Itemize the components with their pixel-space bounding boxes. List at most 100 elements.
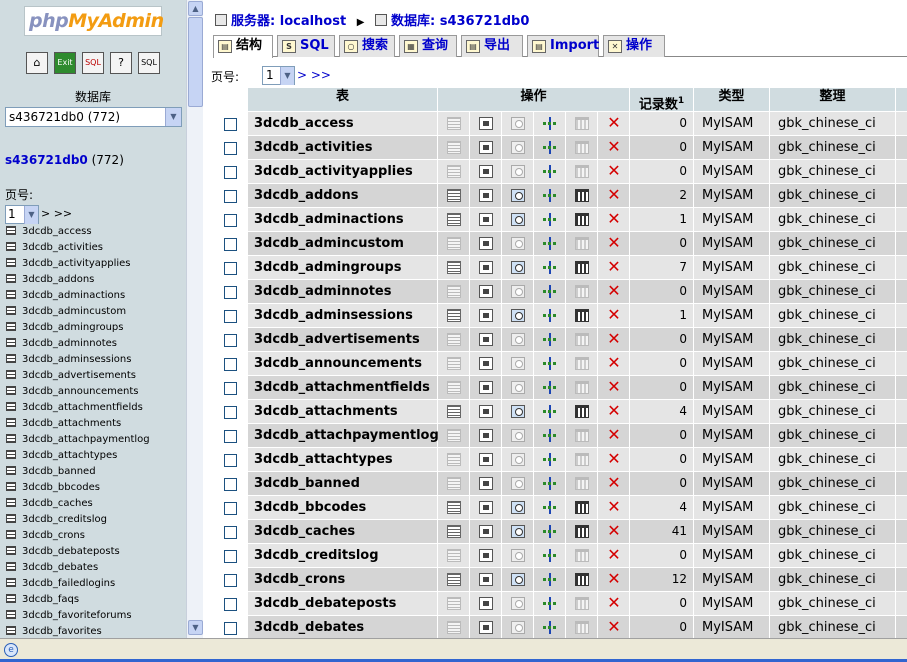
- browse-icon[interactable]: [6, 514, 16, 523]
- empty-table-icon[interactable]: [575, 501, 589, 514]
- empty-table-icon[interactable]: [575, 621, 589, 634]
- empty-table-icon[interactable]: [575, 189, 589, 202]
- search-icon[interactable]: [511, 357, 525, 370]
- table-name-link[interactable]: 3dcdb_creditslog: [248, 544, 379, 567]
- drop-icon[interactable]: ✕: [607, 427, 621, 443]
- table-name-link[interactable]: 3dcdb_admingroups: [248, 256, 401, 279]
- nav-table-item[interactable]: 3dcdb_attachpaymentlog: [6, 432, 150, 448]
- structure-icon[interactable]: [479, 285, 493, 298]
- structure-icon[interactable]: [479, 141, 493, 154]
- row-checkbox[interactable]: [224, 190, 237, 203]
- tab-import[interactable]: ▤ Import: [527, 35, 599, 57]
- search-icon[interactable]: [511, 165, 525, 178]
- structure-icon[interactable]: [479, 357, 493, 370]
- browse-icon[interactable]: [447, 141, 461, 154]
- table-name-link[interactable]: 3dcdb_activityapplies: [248, 160, 413, 183]
- structure-icon[interactable]: [479, 237, 493, 250]
- browse-icon[interactable]: [6, 322, 16, 331]
- nav-table-item[interactable]: 3dcdb_bbcodes: [6, 480, 150, 496]
- table-name-link[interactable]: 3dcdb_attachpaymentlog: [248, 424, 439, 447]
- chevron-down-icon[interactable]: ▼: [280, 67, 294, 85]
- table-name-link[interactable]: 3dcdb_admincustom: [248, 232, 404, 255]
- browse-icon[interactable]: [447, 237, 461, 250]
- drop-icon[interactable]: ✕: [607, 475, 621, 491]
- row-checkbox[interactable]: [224, 214, 237, 227]
- nav-table-item[interactable]: 3dcdb_attachments: [6, 416, 150, 432]
- structure-icon[interactable]: [479, 477, 493, 490]
- empty-table-icon[interactable]: [575, 285, 589, 298]
- row-checkbox[interactable]: [224, 238, 237, 251]
- nav-table-item[interactable]: 3dcdb_failedlogins: [6, 576, 150, 592]
- tab-query[interactable]: ▦ 查询: [399, 35, 457, 57]
- nav-table-item[interactable]: 3dcdb_admincustom: [6, 304, 150, 320]
- insert-icon[interactable]: [543, 333, 557, 346]
- row-checkbox[interactable]: [224, 478, 237, 491]
- structure-icon[interactable]: [479, 573, 493, 586]
- browse-icon[interactable]: [6, 226, 16, 235]
- browse-icon[interactable]: [447, 357, 461, 370]
- drop-icon[interactable]: ✕: [607, 499, 621, 515]
- current-database-link[interactable]: s436721db0: [5, 153, 88, 167]
- browse-icon[interactable]: [6, 386, 16, 395]
- table-name-link[interactable]: 3dcdb_activities: [248, 136, 372, 159]
- nav-table-item[interactable]: 3dcdb_creditslog: [6, 512, 150, 528]
- nav-table-item[interactable]: 3dcdb_debates: [6, 560, 150, 576]
- table-name-link[interactable]: 3dcdb_access: [248, 112, 354, 135]
- drop-icon[interactable]: ✕: [607, 595, 621, 611]
- row-checkbox[interactable]: [224, 310, 237, 323]
- row-checkbox[interactable]: [224, 166, 237, 179]
- browse-icon[interactable]: [447, 381, 461, 394]
- drop-icon[interactable]: ✕: [607, 235, 621, 251]
- empty-table-icon[interactable]: [575, 381, 589, 394]
- search-icon[interactable]: [511, 549, 525, 562]
- browse-icon[interactable]: [447, 309, 461, 322]
- row-checkbox[interactable]: [224, 382, 237, 395]
- table-name-link[interactable]: 3dcdb_attachments: [248, 400, 398, 423]
- nav-table-item[interactable]: 3dcdb_caches: [6, 496, 150, 512]
- empty-table-icon[interactable]: [575, 357, 589, 370]
- nav-table-item[interactable]: 3dcdb_attachtypes: [6, 448, 150, 464]
- nav-page-next[interactable]: > >>: [41, 207, 72, 220]
- nav-table-item[interactable]: 3dcdb_activityapplies: [6, 256, 150, 272]
- browse-icon[interactable]: [6, 274, 16, 283]
- structure-icon[interactable]: [479, 165, 493, 178]
- browse-icon[interactable]: [447, 477, 461, 490]
- insert-icon[interactable]: [543, 237, 557, 250]
- empty-table-icon[interactable]: [575, 333, 589, 346]
- exit-icon[interactable]: Exit: [54, 52, 76, 74]
- browse-icon[interactable]: [6, 594, 16, 603]
- drop-icon[interactable]: ✕: [607, 451, 621, 467]
- browse-icon[interactable]: [6, 450, 16, 459]
- sql-icon[interactable]: SQL: [82, 52, 104, 74]
- empty-table-icon[interactable]: [575, 525, 589, 538]
- insert-icon[interactable]: [543, 261, 557, 274]
- insert-icon[interactable]: [543, 117, 557, 130]
- server-link[interactable]: localhost: [280, 14, 346, 29]
- browse-icon[interactable]: [6, 306, 16, 315]
- browse-icon[interactable]: [447, 165, 461, 178]
- browse-icon[interactable]: [447, 453, 461, 466]
- structure-icon[interactable]: [479, 333, 493, 346]
- empty-table-icon[interactable]: [575, 141, 589, 154]
- drop-icon[interactable]: ✕: [607, 331, 621, 347]
- table-name-link[interactable]: 3dcdb_debateposts: [248, 592, 396, 615]
- insert-icon[interactable]: [543, 453, 557, 466]
- insert-icon[interactable]: [543, 285, 557, 298]
- browse-icon[interactable]: [6, 482, 16, 491]
- structure-icon[interactable]: [479, 261, 493, 274]
- table-name-link[interactable]: 3dcdb_advertisements: [248, 328, 420, 351]
- row-checkbox[interactable]: [224, 622, 237, 635]
- insert-icon[interactable]: [543, 141, 557, 154]
- browse-icon[interactable]: [6, 498, 16, 507]
- insert-icon[interactable]: [543, 549, 557, 562]
- insert-icon[interactable]: [543, 381, 557, 394]
- browse-icon[interactable]: [6, 338, 16, 347]
- phpmyadmin-logo[interactable]: phpMyAdmin: [24, 6, 164, 36]
- search-icon[interactable]: [511, 453, 525, 466]
- browse-icon[interactable]: [447, 189, 461, 202]
- browse-icon[interactable]: [447, 549, 461, 562]
- drop-icon[interactable]: ✕: [607, 139, 621, 155]
- drop-icon[interactable]: ✕: [607, 547, 621, 563]
- drop-icon[interactable]: ✕: [607, 307, 621, 323]
- insert-icon[interactable]: [543, 477, 557, 490]
